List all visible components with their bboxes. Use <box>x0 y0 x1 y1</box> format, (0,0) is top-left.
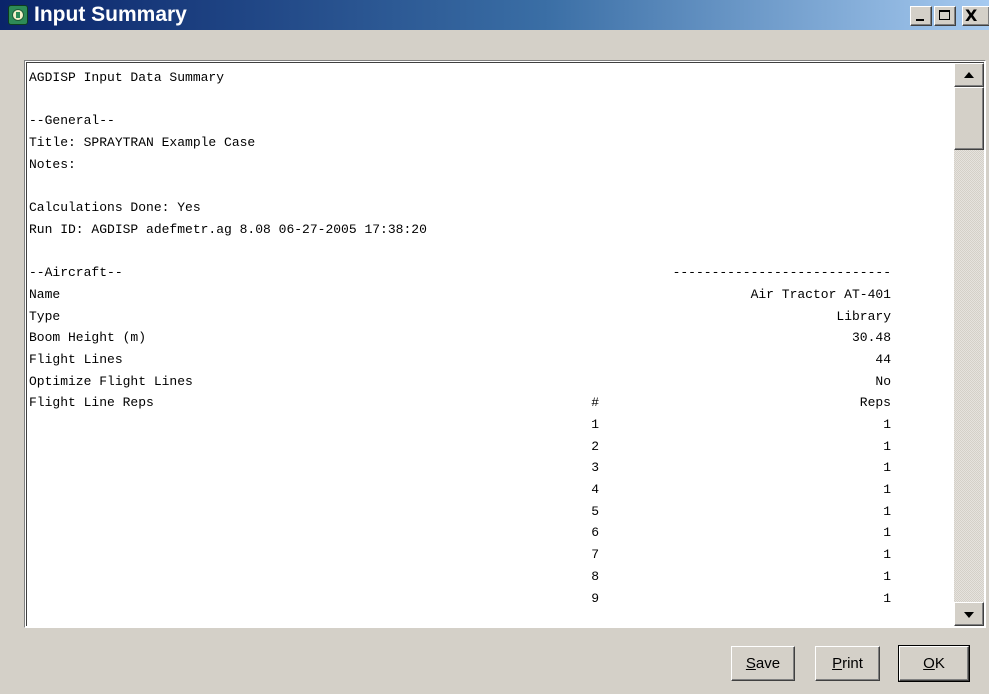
report-line <box>29 89 957 111</box>
report-line: 11 <box>29 414 957 436</box>
report-content: AGDISP Input Data Summary --General-- Titl… <box>29 67 957 609</box>
vertical-scrollbar[interactable] <box>954 63 984 626</box>
report-line-label: --Aircraft-- <box>29 265 123 281</box>
report-line: Type Library <box>29 306 957 328</box>
minimize-button[interactable] <box>910 6 932 26</box>
ok-mnemonic: O <box>923 655 935 672</box>
title-bar[interactable]: Input Summary X <box>0 0 989 30</box>
report-line: 51 <box>29 501 957 523</box>
report-line-value: 30.48 <box>851 330 891 346</box>
report-line: 91 <box>29 588 957 610</box>
report-line-value: 1 <box>883 590 891 606</box>
report-line: 31 <box>29 457 957 479</box>
report-line-index: # <box>591 395 599 411</box>
report-line-index: 2 <box>591 438 599 454</box>
report-line <box>29 241 957 263</box>
report-line: Boom Height (m) 30.48 <box>29 327 957 349</box>
report-line: Optimize Flight Lines No <box>29 371 957 393</box>
report-line: Calculations Done: Yes <box>29 197 957 219</box>
report-line: Flight Line Reps # Reps <box>29 392 957 414</box>
report-line-value: 1 <box>883 460 891 476</box>
summary-text-area[interactable]: AGDISP Input Data Summary --General-- Titl… <box>24 60 986 628</box>
report-line-value: No <box>875 373 891 389</box>
report-line-value: 1 <box>883 503 891 519</box>
scroll-up-button[interactable] <box>954 63 984 87</box>
report-line: 81 <box>29 566 957 588</box>
report-line-index: 4 <box>591 482 599 498</box>
arrow-up-icon <box>964 72 974 78</box>
report-line-value: 1 <box>883 482 891 498</box>
arrow-down-icon <box>964 612 974 618</box>
window-title: Input Summary <box>34 3 187 26</box>
report-line-label: Calculations Done: Yes <box>29 200 201 216</box>
report-line-value: Air Tractor AT-401 <box>750 286 891 302</box>
report-line-value: Reps <box>859 395 891 411</box>
report-line: --Aircraft-- ---------------------------- <box>29 262 957 284</box>
ok-label: K <box>934 655 945 672</box>
report-line-value: 1 <box>883 525 891 541</box>
report-line: 71 <box>29 544 957 566</box>
report-line-value: 44 <box>875 351 891 367</box>
report-line: Title: SPRAYTRAN Example Case <box>29 132 957 154</box>
minimize-icon <box>916 19 924 21</box>
report-line-label: Type <box>29 308 61 324</box>
report-line: Notes: <box>29 154 957 176</box>
close-button[interactable]: X <box>962 6 989 26</box>
report-line-index: 7 <box>591 547 599 563</box>
report-line-label: Name <box>29 286 61 302</box>
report-line: 61 <box>29 522 957 544</box>
report-line: Flight Lines 44 <box>29 349 957 371</box>
print-mnemonic: P <box>832 655 843 672</box>
report-line-label: Title: SPRAYTRAN Example Case <box>29 135 256 151</box>
save-mnemonic: S <box>745 655 756 672</box>
app-icon <box>8 5 28 25</box>
report-line-label: Flight Line Reps <box>29 395 154 411</box>
report-line-value: ---------------------------- <box>672 265 891 281</box>
report-line: Run ID: AGDISP adefmetr.ag 8.08 06-27-20… <box>29 219 957 241</box>
report-line-value: Library <box>836 308 891 324</box>
save-button[interactable]: Save <box>731 646 795 681</box>
report-line-label: Run ID: AGDISP adefmetr.ag 8.08 06-27-20… <box>29 221 427 237</box>
report-line-value: 1 <box>883 438 891 454</box>
report-line: 41 <box>29 479 957 501</box>
report-line-index: 8 <box>591 568 599 584</box>
scroll-thumb[interactable] <box>954 87 984 150</box>
report-line-index: 9 <box>591 590 599 606</box>
maximize-icon <box>939 10 950 20</box>
report-line-index: 1 <box>591 417 599 432</box>
report-line-value: 1 <box>883 568 891 584</box>
print-label: rint <box>842 655 863 672</box>
report-line-index: 3 <box>591 460 599 476</box>
report-line-label: Flight Lines <box>29 351 123 367</box>
report-line-index: 6 <box>591 525 599 541</box>
maximize-button[interactable] <box>934 6 956 26</box>
close-icon: X <box>965 6 978 25</box>
report-line-value: 1 <box>883 547 891 563</box>
report-line: --General-- <box>29 110 957 132</box>
print-button[interactable]: Print <box>815 646 880 681</box>
report-line: 21 <box>29 436 957 458</box>
ok-button[interactable]: OK <box>898 645 970 682</box>
scroll-down-button[interactable] <box>954 602 984 626</box>
report-line-label: Optimize Flight Lines <box>29 373 193 389</box>
summary-text-viewport: AGDISP Input Data Summary --General-- Titl… <box>26 62 984 626</box>
report-line-index: 5 <box>591 503 599 519</box>
save-label: ave <box>755 655 781 672</box>
input-summary-window: Input Summary X AGDISP Input Data Summar… <box>0 0 989 694</box>
report-line-label: AGDISP Input Data Summary <box>29 70 225 85</box>
report-line-label: Notes: <box>29 156 76 172</box>
report-line <box>29 175 957 197</box>
report-line-value: 1 <box>883 417 891 432</box>
report-line-label: Boom Height (m) <box>29 330 147 346</box>
report-line-label: --General-- <box>29 113 115 129</box>
report-line: AGDISP Input Data Summary <box>29 67 957 89</box>
report-line: Name Air Tractor AT-401 <box>29 284 957 306</box>
